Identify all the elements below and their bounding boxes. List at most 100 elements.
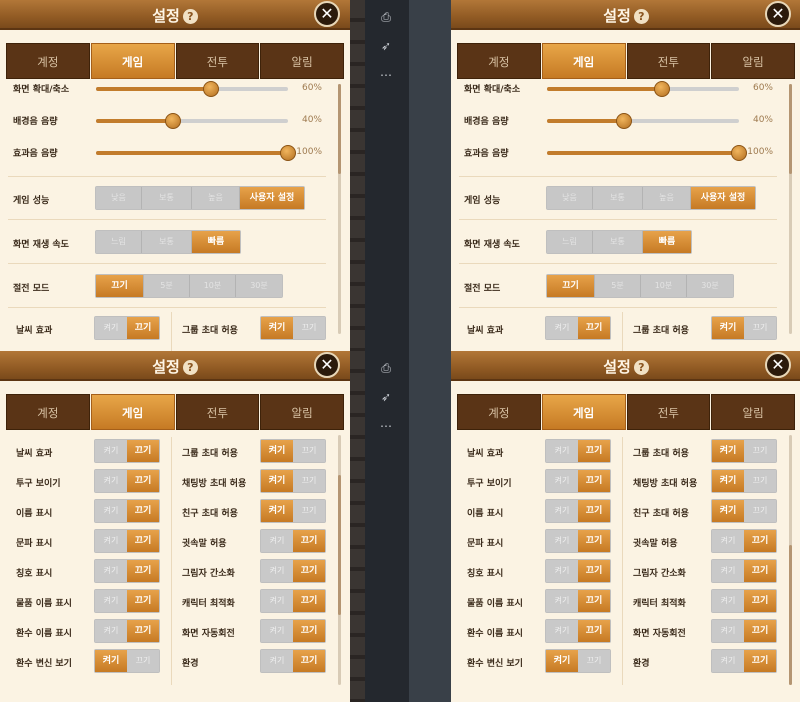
- toggle-on[interactable]: 켜기: [95, 530, 127, 552]
- toggle-off[interactable]: 끄기: [744, 650, 776, 672]
- toggle-on[interactable]: 켜기: [712, 470, 744, 492]
- tab-0[interactable]: 계정: [6, 43, 90, 79]
- toggle-off[interactable]: 끄기: [578, 317, 610, 339]
- help-icon[interactable]: ?: [633, 360, 649, 375]
- toggle-on[interactable]: 켜기: [712, 590, 744, 612]
- toggle-off[interactable]: 끄기: [293, 440, 325, 462]
- toggle-on[interactable]: 켜기: [261, 440, 293, 462]
- option-2[interactable]: 10분: [641, 275, 687, 297]
- toggle-switch[interactable]: 켜기 끄기: [545, 559, 611, 583]
- toggle-on[interactable]: 켜기: [95, 440, 127, 462]
- toggle-off[interactable]: 끄기: [127, 530, 159, 552]
- option-1[interactable]: 보통: [593, 231, 643, 253]
- toggle-off[interactable]: 끄기: [293, 590, 325, 612]
- option-2[interactable]: 빠름: [643, 231, 691, 253]
- toggle-off[interactable]: 끄기: [293, 530, 325, 552]
- toggle-switch[interactable]: 켜기 끄기: [94, 559, 160, 583]
- scrollbar-thumb[interactable]: [789, 545, 792, 685]
- toggle-on[interactable]: 켜기: [95, 650, 127, 672]
- rocket-icon[interactable]: ➶: [378, 39, 394, 53]
- option-2[interactable]: 빠름: [192, 231, 240, 253]
- toggle-switch[interactable]: 켜기 끄기: [545, 316, 611, 340]
- option-3[interactable]: 30분: [236, 275, 282, 297]
- option-0[interactable]: 낮음: [547, 187, 593, 209]
- option-0[interactable]: 느림: [96, 231, 142, 253]
- help-icon[interactable]: ?: [633, 9, 649, 24]
- toggle-on[interactable]: 켜기: [712, 620, 744, 642]
- toggle-switch[interactable]: 켜기 끄기: [711, 649, 777, 673]
- toggle-off[interactable]: 끄기: [578, 530, 610, 552]
- toggle-switch[interactable]: 켜기 끄기: [260, 559, 326, 583]
- tab-1[interactable]: 게임: [541, 43, 626, 79]
- close-icon[interactable]: ✕: [765, 1, 791, 27]
- option-2[interactable]: 높음: [643, 187, 691, 209]
- tab-1[interactable]: 게임: [541, 394, 626, 430]
- toggle-switch[interactable]: 켜기 끄기: [711, 439, 777, 463]
- toggle-switch[interactable]: 켜기 끄기: [711, 589, 777, 613]
- toggle-on[interactable]: 켜기: [712, 650, 744, 672]
- toggle-off[interactable]: 끄기: [127, 470, 159, 492]
- toggle-on[interactable]: 켜기: [546, 590, 578, 612]
- close-icon[interactable]: ✕: [765, 352, 791, 378]
- toggle-on[interactable]: 켜기: [261, 650, 293, 672]
- toggle-off[interactable]: 끄기: [127, 317, 159, 339]
- slider-knob[interactable]: [615, 113, 632, 129]
- help-icon[interactable]: ?: [182, 360, 198, 375]
- toggle-off[interactable]: 끄기: [127, 560, 159, 582]
- close-icon[interactable]: ✕: [314, 1, 340, 27]
- toggle-switch[interactable]: 켜기 끄기: [94, 469, 160, 493]
- tab-2[interactable]: 전투: [175, 394, 260, 430]
- toggle-off[interactable]: 끄기: [744, 530, 776, 552]
- toggle-off[interactable]: 끄기: [293, 560, 325, 582]
- toggle-off[interactable]: 끄기: [744, 500, 776, 522]
- toggle-on[interactable]: 켜기: [546, 317, 578, 339]
- scrollbar[interactable]: [338, 435, 341, 685]
- toggle-off[interactable]: 끄기: [578, 440, 610, 462]
- toggle-switch[interactable]: 켜기 끄기: [260, 589, 326, 613]
- toggle-on[interactable]: 켜기: [261, 590, 293, 612]
- toggle-on[interactable]: 켜기: [546, 620, 578, 642]
- slider-knob[interactable]: [654, 81, 671, 97]
- toggle-on[interactable]: 켜기: [261, 500, 293, 522]
- slider-track[interactable]: [547, 81, 739, 97]
- scrollbar-thumb[interactable]: [338, 84, 341, 174]
- toggle-on[interactable]: 켜기: [95, 560, 127, 582]
- toggle-on[interactable]: 켜기: [712, 317, 744, 339]
- toggle-off[interactable]: 끄기: [578, 500, 610, 522]
- toggle-on[interactable]: 켜기: [95, 500, 127, 522]
- toggle-on[interactable]: 켜기: [546, 560, 578, 582]
- more-icon[interactable]: ⋯: [378, 68, 394, 82]
- toggle-off[interactable]: 끄기: [744, 440, 776, 462]
- slider-knob[interactable]: [164, 113, 181, 129]
- toggle-on[interactable]: 켜기: [261, 470, 293, 492]
- tab-0[interactable]: 계정: [6, 394, 90, 430]
- toggle-switch[interactable]: 켜기 끄기: [94, 619, 160, 643]
- toggle-switch[interactable]: 켜기 끄기: [260, 469, 326, 493]
- tab-3[interactable]: 알림: [260, 394, 344, 430]
- slider-track[interactable]: [547, 145, 747, 161]
- toggle-switch[interactable]: 켜기 끄기: [260, 316, 326, 340]
- tab-2[interactable]: 전투: [626, 43, 711, 79]
- slider-track[interactable]: [96, 113, 288, 129]
- toggle-switch[interactable]: 켜기 끄기: [260, 529, 326, 553]
- tab-2[interactable]: 전투: [626, 394, 711, 430]
- toggle-on[interactable]: 켜기: [261, 317, 293, 339]
- tab-1[interactable]: 게임: [90, 43, 175, 79]
- tab-2[interactable]: 전투: [175, 43, 260, 79]
- toggle-off[interactable]: 끄기: [744, 590, 776, 612]
- option-3[interactable]: 사용자 설정: [240, 187, 304, 209]
- print-icon[interactable]: ⎙: [378, 10, 394, 24]
- print-icon[interactable]: ⎙: [378, 361, 394, 375]
- scrollbar[interactable]: [338, 84, 341, 334]
- option-1[interactable]: 보통: [593, 187, 643, 209]
- toggle-off[interactable]: 끄기: [293, 620, 325, 642]
- slider-track[interactable]: [96, 81, 288, 97]
- scrollbar[interactable]: [789, 435, 792, 685]
- toggle-on[interactable]: 켜기: [546, 650, 578, 672]
- toggle-switch[interactable]: 켜기 끄기: [260, 499, 326, 523]
- toggle-switch[interactable]: 켜기 끄기: [711, 559, 777, 583]
- toggle-off[interactable]: 끄기: [744, 620, 776, 642]
- option-0[interactable]: 끄기: [96, 275, 144, 297]
- option-1[interactable]: 5분: [144, 275, 190, 297]
- toggle-off[interactable]: 끄기: [293, 317, 325, 339]
